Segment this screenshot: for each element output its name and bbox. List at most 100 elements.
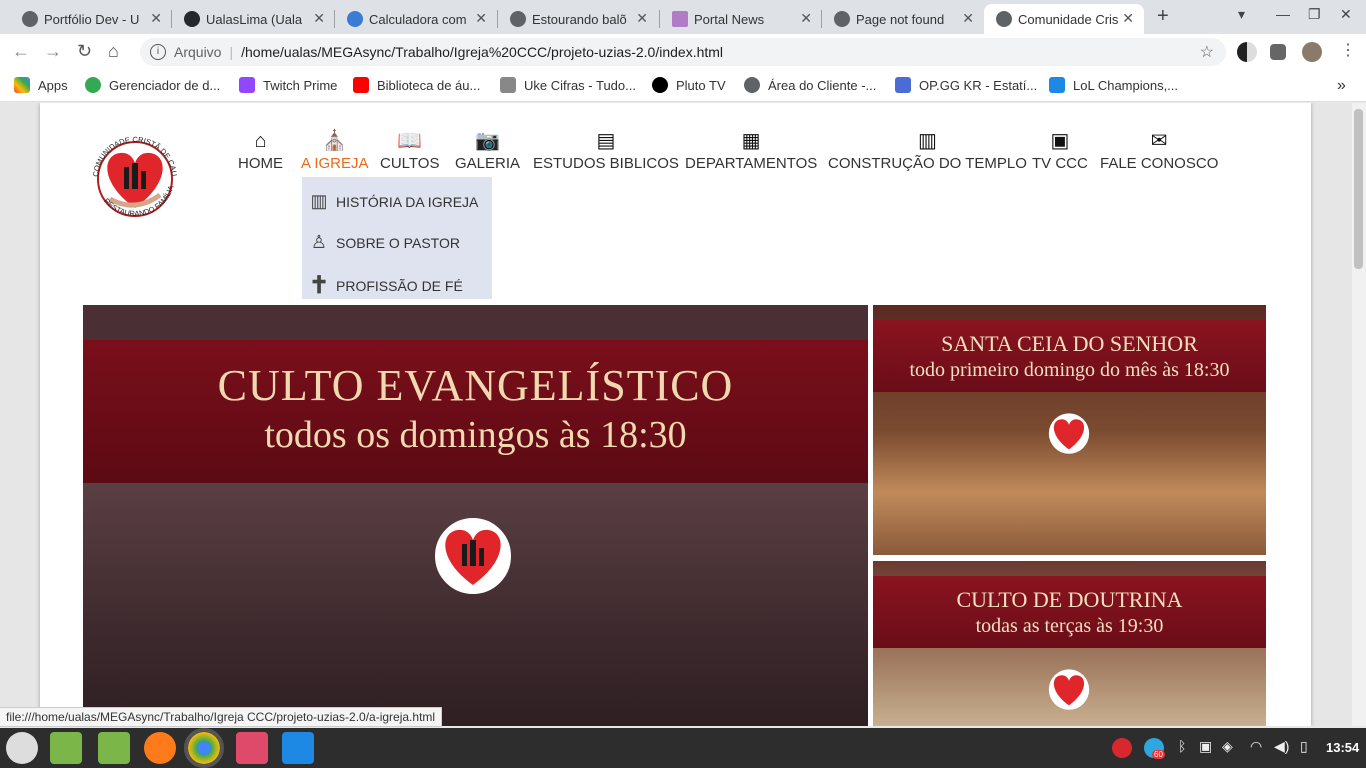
nav-fale-conosco[interactable]: ✉ FALE CONOSCO — [1100, 129, 1218, 172]
address-url[interactable]: /home/ualas/MEGAsync/Trabalho/Igreja%20C… — [241, 44, 723, 60]
reload-icon[interactable]: ↻ — [77, 41, 92, 62]
nav-tv-ccc[interactable]: ▣ TV CCC — [1032, 129, 1088, 172]
books-icon: ▥ — [310, 191, 328, 211]
browser-tab[interactable]: UalasLima (Uala ✕ — [184, 4, 325, 34]
browser-tab[interactable]: Portfólio Dev - U ✕ — [22, 4, 162, 34]
firefox-icon[interactable] — [144, 732, 176, 764]
scrollbar-thumb[interactable] — [1354, 109, 1363, 269]
banner-culto-doutrina[interactable]: CULTO DE DOUTRINA todas as terças às 19:… — [873, 561, 1266, 726]
cross-icon: ✝ — [308, 272, 330, 299]
bookmark-item[interactable]: LoL Champions,... — [1049, 77, 1178, 93]
nav-departamentos[interactable]: ▦ DEPARTAMENTOS — [685, 129, 817, 172]
browser-tab[interactable]: Portal News ✕ — [672, 4, 812, 34]
nav-home[interactable]: ⌂ HOME — [238, 129, 283, 172]
close-icon[interactable]: ✕ — [313, 10, 325, 27]
volume-icon[interactable]: ◀) — [1274, 738, 1289, 755]
tab-title: UalasLima (Uala — [206, 11, 303, 27]
close-icon[interactable]: ✕ — [962, 10, 974, 27]
address-scheme-label: Arquivo — [174, 44, 222, 60]
vscode-icon[interactable] — [282, 732, 314, 764]
opgg-icon — [895, 77, 911, 93]
address-bar[interactable]: i Arquivo | /home/ualas/MEGAsync/Trabalh… — [140, 38, 1226, 66]
clock[interactable]: 13:54 — [1326, 740, 1359, 755]
bookmark-item[interactable]: Área do Cliente -... — [744, 77, 876, 93]
dropdown-profissao-fe[interactable]: ✝ PROFISSÃO DE FÉ — [308, 271, 463, 300]
avatar[interactable] — [1302, 42, 1322, 62]
theme-icon[interactable] — [1237, 42, 1257, 62]
image-viewer-icon[interactable] — [236, 732, 268, 764]
bluetooth-icon[interactable]: ᛒ — [1178, 738, 1186, 754]
chrome-icon[interactable] — [184, 728, 224, 768]
battery-icon[interactable]: ▯ — [1300, 738, 1308, 755]
pluto-tv-icon — [652, 77, 668, 93]
wifi-icon[interactable]: ◠ — [1250, 738, 1262, 755]
close-icon[interactable]: ✕ — [150, 10, 162, 27]
info-icon[interactable]: i — [150, 44, 166, 60]
banner-subtitle: todo primeiro domingo do mês às 18:30 — [909, 359, 1230, 381]
close-icon[interactable]: ✕ — [1122, 10, 1134, 27]
dropdown-historia[interactable]: ▥ HISTÓRIA DA IGREJA — [308, 191, 478, 212]
globe-icon — [834, 11, 850, 27]
banner-subtitle: todos os domingos às 18:30 — [264, 414, 687, 456]
back-icon[interactable]: ← — [12, 41, 30, 62]
clipboard-icon[interactable]: ▣ — [1199, 738, 1212, 755]
banner-logo — [1048, 669, 1090, 710]
close-icon[interactable]: ✕ — [636, 10, 648, 27]
nav-cultos[interactable]: 📖 CULTOS — [380, 129, 439, 172]
mint-menu-icon[interactable] — [6, 732, 38, 764]
extensions-icon[interactable] — [1270, 44, 1286, 60]
bookmark-item[interactable]: OP.GG KR - Estatí... — [895, 77, 1037, 93]
page-scrollbar[interactable] — [1352, 103, 1366, 726]
status-url-bubble: file:///home/ualas/MEGAsync/Trabalho/Igr… — [0, 707, 443, 727]
banner-culto-evangelistico[interactable]: CULTO EVANGELÍSTICO todos os domingos às… — [83, 305, 868, 726]
forward-icon[interactable]: → — [44, 41, 62, 62]
browser-tab[interactable]: Estourando balõ ✕ — [510, 4, 648, 34]
nav-galeria[interactable]: 📷 GALERIA — [455, 129, 520, 172]
bookmark-item[interactable]: Uke Cifras - Tudo... — [500, 77, 636, 93]
bookmark-item[interactable]: Twitch Prime — [239, 77, 337, 93]
nav-construcao-templo[interactable]: ▥ CONSTRUÇÃO DO TEMPLO — [828, 129, 1027, 172]
minimize-button[interactable]: — — [1276, 6, 1290, 22]
menu-icon[interactable]: ⋮ — [1340, 40, 1356, 60]
news-icon — [672, 11, 688, 27]
site-container: COMUNIDADE CRISTÃ DE CAUCAIA RESTAURANDO… — [40, 103, 1311, 726]
home-icon[interactable]: ⌂ — [108, 41, 119, 62]
close-window-button[interactable]: ✕ — [1340, 6, 1352, 23]
os-taskbar: 60 ᛒ ▣ ◈ ◠ ◀) ▯ 13:54 — [0, 728, 1366, 768]
tab-title: Page not found — [856, 11, 945, 27]
tab-bar: Portfólio Dev - U ✕ UalasLima (Uala ✕ Calc… — [0, 0, 1366, 34]
bookmark-apps[interactable]: Apps — [14, 77, 68, 93]
book-icon: ▤ — [596, 130, 616, 152]
nav-estudos-biblicos[interactable]: ▤ ESTUDOS BIBLICOS — [533, 129, 679, 172]
files-icon[interactable] — [98, 732, 130, 764]
dropdown-sobre-pastor[interactable]: ♙ SOBRE O PASTOR — [308, 232, 460, 253]
browser-tab-active[interactable]: Comunidade Cris ✕ — [984, 4, 1144, 34]
banner-logo — [435, 518, 511, 594]
banner-santa-ceia[interactable]: SANTA CEIA DO SENHOR todo primeiro domin… — [873, 305, 1266, 555]
tv-icon: ▣ — [1050, 130, 1070, 152]
bookmark-item[interactable]: Gerenciador de d... — [85, 77, 220, 93]
maximize-button[interactable]: ❐ — [1308, 6, 1321, 23]
browser-tab[interactable]: Page not found ✕ — [834, 4, 974, 34]
church-logo[interactable]: COMUNIDADE CRISTÃ DE CAUCAIA RESTAURANDO… — [80, 123, 190, 233]
more-bookmarks-icon[interactable]: » — [1337, 77, 1346, 95]
bookmarks-bar: Apps Gerenciador de d... Twitch Prime Bi… — [0, 70, 1366, 102]
tab-search-icon[interactable]: ▾ — [1238, 6, 1245, 23]
nav-a-igreja[interactable]: ⛪ A IGREJA — [301, 129, 369, 172]
bookmark-item[interactable]: Biblioteca de áu... — [353, 77, 480, 93]
bookmark-item[interactable]: Pluto TV — [652, 77, 726, 93]
tab-title: Comunidade Cris — [1018, 11, 1118, 27]
files-icon[interactable] — [50, 732, 82, 764]
close-icon[interactable]: ✕ — [800, 10, 812, 27]
globe-icon — [510, 11, 526, 27]
close-icon[interactable]: ✕ — [475, 10, 487, 27]
banner-logo — [1048, 413, 1090, 454]
mega-icon[interactable] — [1112, 738, 1132, 758]
browser-tab[interactable]: Calculadora com ✕ — [347, 4, 487, 34]
youtube-icon — [353, 77, 369, 93]
bookmark-star-icon[interactable]: ☆ — [1200, 42, 1214, 62]
new-tab-button[interactable]: + — [1157, 5, 1169, 28]
shield-icon[interactable]: ◈ — [1222, 738, 1233, 755]
banner-title: CULTO EVANGELÍSTICO — [217, 361, 734, 410]
notification-badge: 60 — [1152, 750, 1165, 759]
